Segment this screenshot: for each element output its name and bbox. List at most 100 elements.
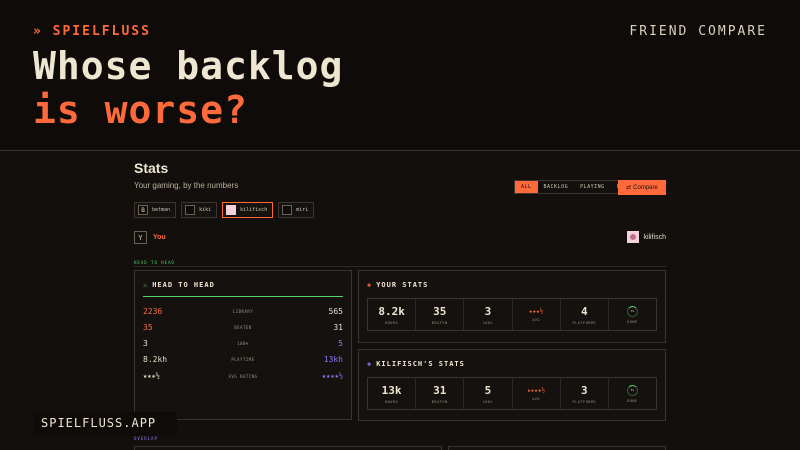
- h2h-row-playtime: 8.2kh PLAYTIME 13kh: [143, 353, 343, 365]
- compare-icon: ⇄: [626, 185, 632, 191]
- h2h-row-avg-rating: ★★★½ AVG RATING ★★★★½: [143, 370, 343, 382]
- friend-name: kiki: [199, 207, 212, 213]
- avatar: Y: [134, 231, 147, 244]
- friend-picker: B betman kiki kilifisch miri: [134, 202, 315, 218]
- h2h-you-value: 8.2kh: [143, 354, 168, 364]
- stat-done: 5% DONE: [609, 378, 656, 409]
- player-you-label: You: [153, 234, 166, 241]
- friend-name: betman: [152, 207, 171, 213]
- stat-label: PLATFORMS: [572, 320, 596, 325]
- avatar: [627, 231, 640, 243]
- stat-strip: 13k HOURS 31 BEATEN 5 100% ★★★★½ AVG 3 P…: [367, 377, 657, 410]
- stat-value: 31: [433, 383, 447, 397]
- stat-label: DONE: [627, 319, 638, 324]
- hero-title: Whose backlog is worse?: [33, 44, 343, 132]
- h2h-label: 100%: [237, 340, 249, 346]
- card-title-text: KILIFISCH'S STATS: [376, 360, 465, 368]
- stat-platforms: 4 PLATFORMS: [561, 299, 609, 330]
- player-opponent: kilifisch: [627, 231, 666, 243]
- stat-strip: 8.2k HOURS 35 BEATEN 3 100% ★★★½ AVG 4 P…: [367, 298, 657, 331]
- hero-title-line-2: is worse?: [33, 88, 248, 132]
- star-rating: ★★★½: [528, 307, 544, 315]
- friend-chip-kiki[interactable]: kiki: [181, 202, 218, 218]
- page-subtitle: Your gaming, by the numbers: [134, 181, 239, 190]
- stat-label: 100%: [482, 399, 494, 404]
- h2h-you-rating: ★★★½: [143, 372, 160, 380]
- h2h-row-library: 2236 LIBRARY 565: [143, 305, 343, 317]
- h2h-you-value: 3: [143, 338, 148, 348]
- stat-label: DONE: [627, 398, 638, 403]
- stack-icon: ◈: [367, 281, 373, 289]
- stat-label: 100%: [482, 320, 494, 325]
- stat-label: AVG: [532, 317, 541, 322]
- stat-value: 13k: [381, 383, 402, 397]
- compare-button[interactable]: ⇄ Compare: [618, 180, 666, 195]
- stat-avg: ★★★★½ AVG: [513, 378, 561, 409]
- head-to-head-card: ⚔ HEAD TO HEAD 2236 LIBRARY 565 35 BEATE…: [134, 270, 352, 420]
- hero-title-line-1: Whose backlog: [33, 44, 344, 88]
- stat-label: HOURS: [385, 399, 399, 404]
- versus-icon: ⚔: [143, 281, 149, 289]
- filter-tab-all[interactable]: ALL: [515, 181, 538, 193]
- card-title: ◈ KILIFISCH'S STATS: [367, 360, 465, 368]
- stat-100: 3 100%: [464, 299, 513, 330]
- friend-chip-kilifisch[interactable]: kilifisch: [222, 202, 274, 218]
- avatar: [226, 205, 237, 215]
- section-label-head-to-head: HEAD TO HEAD: [134, 260, 175, 265]
- player-you: Y You: [134, 231, 166, 244]
- your-stats-card: ◈ YOUR STATS 8.2k HOURS 35 BEATEN 3 100%…: [358, 270, 666, 343]
- stat-value: 8.2k: [378, 304, 405, 318]
- section-label-overlap: OVERLAP: [134, 436, 158, 441]
- card-title-text: HEAD TO HEAD: [152, 281, 215, 289]
- filter-tab-backlog[interactable]: BACKLOG: [538, 181, 575, 193]
- h2h-opponent-value: 565: [328, 306, 343, 316]
- friend-name: miri: [296, 207, 309, 213]
- stat-hours: 13k HOURS: [368, 378, 417, 409]
- progress-ring: 3%: [626, 305, 638, 317]
- h2h-opponent-value: 31: [333, 322, 343, 332]
- domain-label: SPIELFLUSS.APP: [41, 416, 157, 430]
- progress-ring: 5%: [626, 384, 638, 396]
- stat-label: HOURS: [385, 320, 399, 325]
- stat-value: 35: [433, 304, 447, 318]
- stack-icon: ◈: [367, 360, 373, 368]
- section-divider: [134, 266, 666, 267]
- h2h-you-value: 2236: [143, 306, 163, 316]
- h2h-label: AVG RATING: [228, 373, 258, 379]
- h2h-opponent-value: 5: [338, 338, 343, 348]
- overlap-card-right: [448, 446, 666, 450]
- page-tag: FRIEND COMPARE: [629, 24, 767, 39]
- stat-platforms: 3 PLATFORMS: [561, 378, 609, 409]
- h2h-opponent-rating: ★★★★½: [321, 372, 343, 380]
- stat-hours: 8.2k HOURS: [368, 299, 417, 330]
- h2h-label: LIBRARY: [232, 308, 254, 314]
- friend-chip-miri[interactable]: miri: [278, 202, 315, 218]
- friend-name: kilifisch: [240, 207, 268, 213]
- stat-100: 5 100%: [464, 378, 513, 409]
- stat-label: AVG: [532, 396, 541, 401]
- stat-label: BEATEN: [431, 399, 448, 404]
- h2h-row-beaten: 35 BEATEN 31: [143, 321, 343, 333]
- h2h-label: PLAYTIME: [231, 356, 255, 362]
- stat-value: 5: [484, 383, 492, 397]
- stat-beaten: 35 BEATEN: [416, 299, 465, 330]
- avatar: [185, 205, 196, 215]
- overlap-card-left: [134, 446, 442, 450]
- player-opponent-label: kilifisch: [643, 233, 666, 241]
- avatar: [282, 205, 293, 215]
- stat-value: 4: [580, 304, 588, 318]
- compare-label: Compare: [633, 184, 658, 191]
- stat-label: PLATFORMS: [572, 399, 596, 404]
- stat-beaten: 31 BEATEN: [416, 378, 465, 409]
- card-title-text: YOUR STATS: [376, 281, 429, 289]
- h2h-row-100: 3 100% 5: [143, 337, 343, 349]
- stat-avg: ★★★½ AVG: [513, 299, 561, 330]
- stat-value: 3: [580, 383, 588, 397]
- card-title: ⚔ HEAD TO HEAD: [143, 281, 215, 289]
- star-rating: ★★★★½: [527, 386, 546, 394]
- friend-chip-betman[interactable]: B betman: [134, 202, 177, 218]
- brand-label: » SPIELFLUSS: [33, 24, 151, 39]
- stat-value: 3: [484, 304, 492, 318]
- stat-label: BEATEN: [431, 320, 448, 325]
- filter-tab-playing[interactable]: PLAYING: [574, 181, 611, 193]
